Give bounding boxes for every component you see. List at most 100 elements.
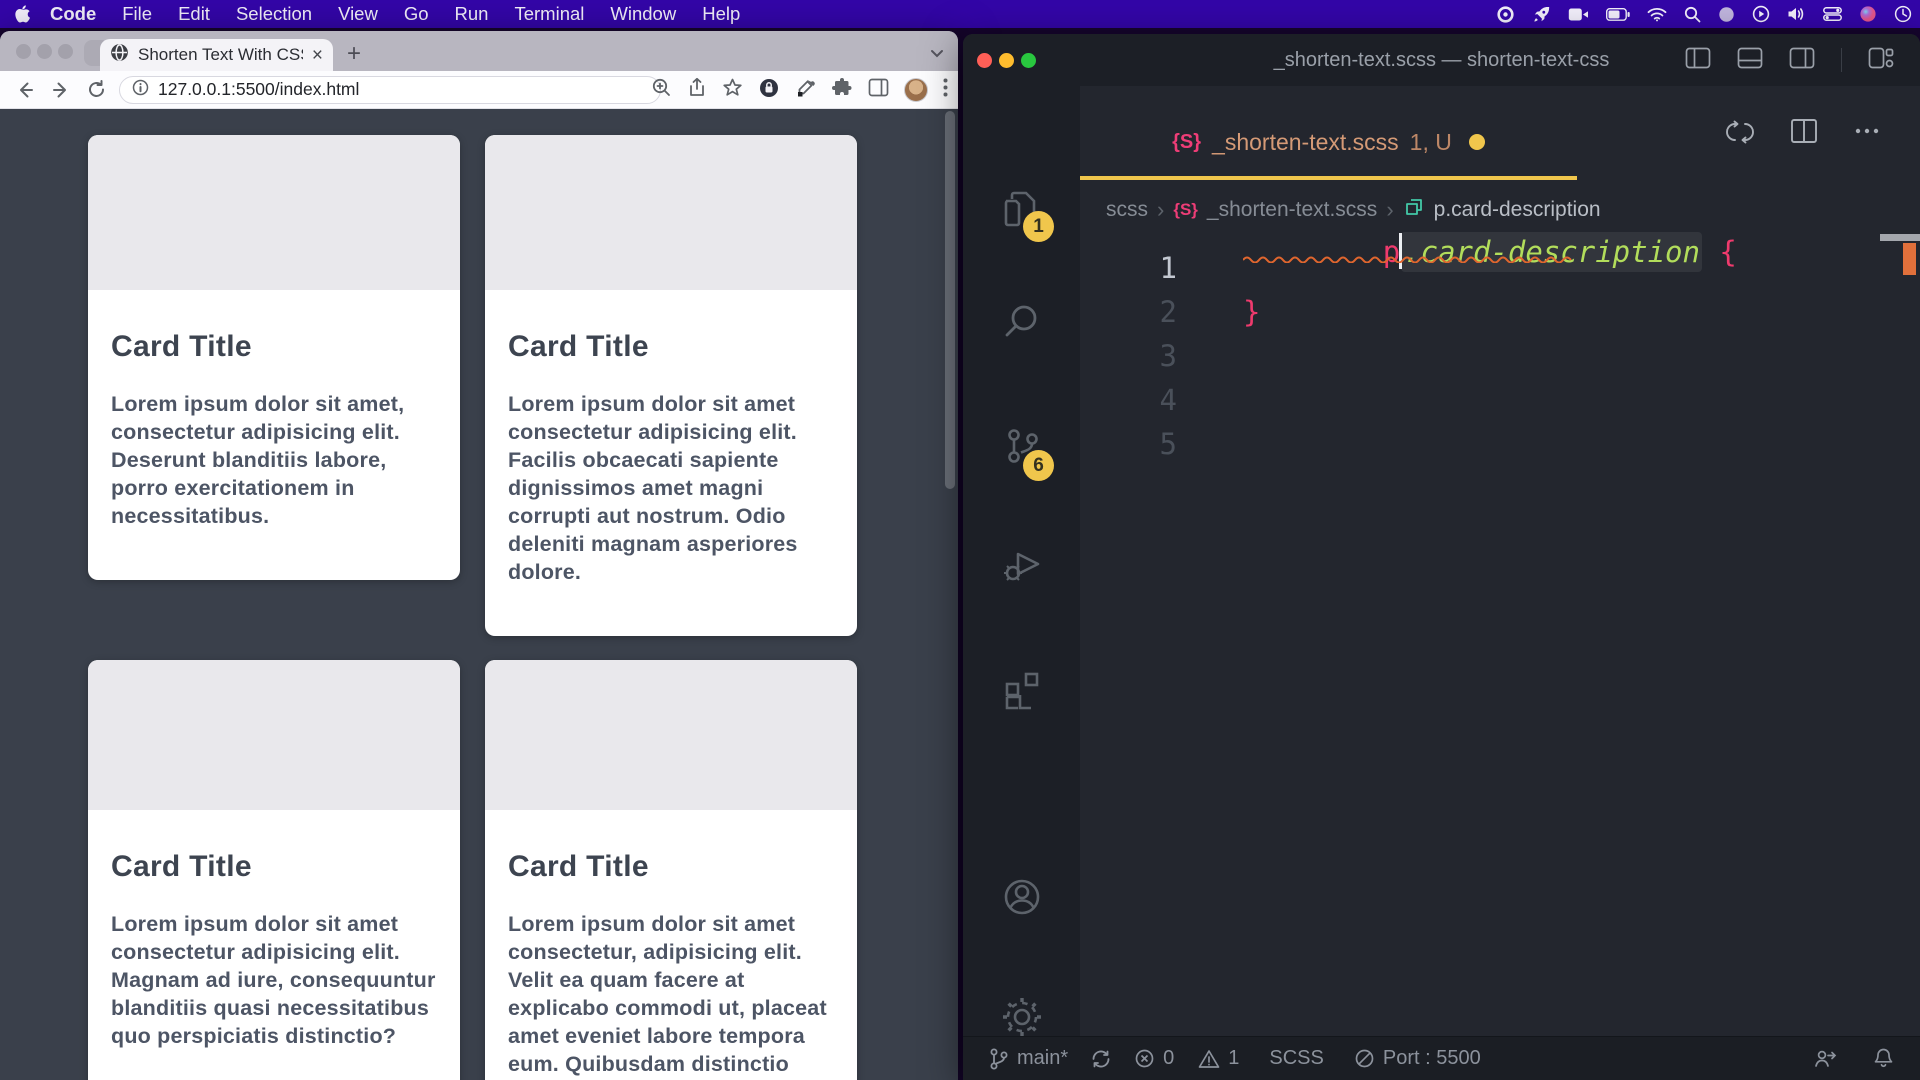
customize-layout-icon[interactable] [1868, 47, 1894, 74]
menu-item-edit[interactable]: Edit [165, 3, 223, 25]
chevron-right-icon: › [1157, 197, 1164, 223]
tab-search-chevron-icon[interactable] [930, 45, 944, 63]
card-1: Card Title Lorem ipsum dolor sit amet, c… [88, 135, 460, 580]
new-tab-button[interactable]: + [347, 41, 361, 67]
spotlight-search-icon[interactable] [1684, 6, 1701, 23]
close-window-button[interactable] [16, 44, 31, 59]
split-editor-icon[interactable] [1790, 118, 1818, 151]
sync-changes-icon[interactable] [1090, 1048, 1112, 1070]
card-2: Card Title Lorem ipsum dolor sit amet co… [485, 135, 857, 636]
card-3: Card Title Lorem ipsum dolor sit amet co… [88, 660, 460, 1080]
menu-item-go[interactable]: Go [391, 3, 442, 25]
feedback-icon[interactable] [1813, 1048, 1837, 1070]
bookmark-star-icon[interactable] [722, 77, 743, 103]
account-icon[interactable] [998, 873, 1046, 921]
zoom-window-button[interactable] [58, 44, 73, 59]
url-text[interactable]: 127.0.0.1:5500/index.html [158, 79, 359, 100]
screen-mirroring-icon[interactable] [1752, 5, 1770, 23]
tab-title: Shorten Text With CSS [138, 45, 303, 65]
apple-menu-icon[interactable] [14, 5, 31, 24]
menu-item-view[interactable]: View [325, 3, 391, 25]
more-actions-icon[interactable] [1854, 118, 1880, 151]
menu-item-help[interactable]: Help [689, 3, 753, 25]
close-tab-icon[interactable]: × [312, 46, 323, 65]
card-4-title: Card Title [508, 850, 834, 884]
menu-item-file[interactable]: File [109, 3, 165, 25]
chrome-window: Shorten Text With CSS × + 127.0.0.1:5500… [0, 31, 958, 1080]
clock-icon[interactable] [1894, 5, 1912, 23]
line-number: 5 [1080, 427, 1177, 461]
browser-tab[interactable]: Shorten Text With CSS × [100, 39, 333, 71]
chrome-menu-icon[interactable] [943, 78, 948, 102]
code-line-5[interactable]: 5 [1080, 422, 1920, 466]
url-bar[interactable]: 127.0.0.1:5500/index.html [119, 76, 661, 104]
open-changes-icon[interactable] [1726, 118, 1754, 151]
line-number: 1 [1080, 251, 1177, 285]
globe-favicon [110, 43, 129, 67]
card-3-title: Card Title [111, 850, 437, 884]
card-4-image-placeholder [485, 660, 857, 810]
rocket-icon[interactable] [1532, 5, 1551, 24]
card-3-description: Lorem ipsum dolor sit amet consectetur a… [111, 910, 437, 1050]
siri-icon[interactable] [1859, 5, 1877, 23]
wifi-icon[interactable] [1647, 7, 1667, 22]
card-1-image-placeholder [88, 135, 460, 290]
menu-item-code[interactable]: Code [37, 3, 109, 25]
minimize-window-button[interactable] [37, 44, 52, 59]
code-line-1[interactable]: 1 p.card-description { [1080, 246, 1920, 290]
menu-item-terminal[interactable]: Terminal [501, 3, 597, 25]
toggle-sidebar-icon[interactable] [1685, 47, 1711, 74]
toggle-secondary-sidebar-icon[interactable] [1789, 47, 1815, 74]
card-1-description: Lorem ipsum dolor sit amet, consectetur … [111, 390, 437, 530]
back-button[interactable] [14, 79, 36, 101]
page-scrollbar[interactable] [945, 111, 955, 489]
editor-scrollbar[interactable] [1880, 234, 1920, 241]
unsaved-changes-dot[interactable] [1469, 134, 1485, 150]
record-icon[interactable] [1496, 5, 1515, 24]
branch-name: main* [1017, 1047, 1068, 1070]
chrome-toolbar: 127.0.0.1:5500/index.html [0, 71, 958, 109]
side-panel-icon[interactable] [868, 78, 889, 102]
settings-gear-icon[interactable] [998, 993, 1046, 1041]
adblock-extension-icon[interactable] [758, 77, 780, 104]
screen-record-icon[interactable] [1568, 7, 1589, 22]
error-count: 0 [1163, 1047, 1174, 1070]
battery-icon[interactable] [1606, 8, 1630, 21]
code-token-brace: } [1243, 295, 1260, 329]
notifications-bell-icon[interactable] [1873, 1047, 1894, 1070]
explorer-badge: 1 [1023, 211, 1054, 242]
code-line-3[interactable]: 3 [1080, 334, 1920, 378]
live-server-port-item[interactable]: Port : 5500 [1354, 1047, 1481, 1070]
extensions-icon[interactable] [998, 662, 1046, 710]
code-editor[interactable]: 1 p.card-description { 2 } 3 4 5 [1080, 236, 1920, 1036]
forward-button[interactable] [50, 79, 72, 101]
toggle-panel-icon[interactable] [1737, 47, 1763, 74]
zoom-page-icon[interactable] [651, 77, 672, 103]
share-icon[interactable] [687, 77, 707, 103]
reload-button[interactable] [86, 79, 107, 100]
macos-menu-bar: Code File Edit Selection View Go Run Ter… [0, 0, 1920, 28]
git-branch-item[interactable]: main* [989, 1047, 1068, 1071]
browser-viewport: Card Title Lorem ipsum dolor sit amet, c… [0, 109, 958, 1080]
problems-item[interactable]: 0 1 [1134, 1047, 1239, 1070]
menu-item-run[interactable]: Run [442, 3, 502, 25]
control-center-icon[interactable] [1823, 7, 1842, 21]
tab-git-decoration: 1, U [1410, 129, 1452, 156]
breadcrumb-folder[interactable]: scss [1106, 198, 1148, 222]
editor-tab[interactable]: {S} _shorten-text.scss 1, U [1080, 108, 1577, 180]
extensions-puzzle-icon[interactable] [831, 77, 853, 104]
card-4-description: Lorem ipsum dolor sit amet consectetur, … [508, 910, 834, 1080]
code-line-4[interactable]: 4 [1080, 378, 1920, 422]
menu-item-selection[interactable]: Selection [223, 3, 325, 25]
language-mode-item[interactable]: SCSS [1269, 1047, 1323, 1070]
menu-item-window[interactable]: Window [597, 3, 689, 25]
volume-icon[interactable] [1787, 6, 1806, 22]
line-number: 3 [1080, 339, 1177, 373]
eyedropper-extension-icon[interactable] [795, 77, 816, 103]
profile-avatar[interactable] [904, 78, 928, 102]
run-debug-icon[interactable] [998, 540, 1046, 588]
focus-mode-icon[interactable] [1718, 6, 1735, 23]
port-label: Port : 5500 [1383, 1047, 1481, 1070]
search-icon[interactable] [998, 297, 1046, 345]
site-info-icon[interactable] [132, 79, 149, 101]
